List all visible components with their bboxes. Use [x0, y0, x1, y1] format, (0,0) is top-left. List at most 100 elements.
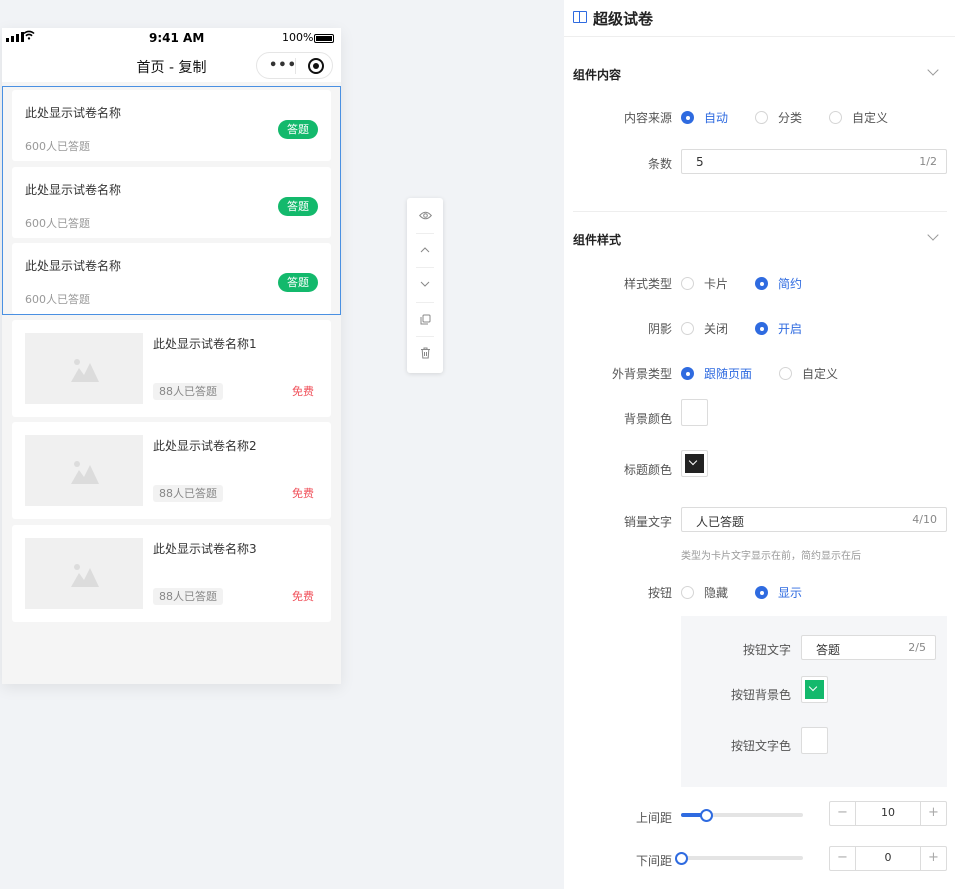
- signal-icon: [6, 31, 24, 42]
- chevron-down-icon[interactable]: [927, 64, 939, 76]
- arrow-down-icon[interactable]: [407, 267, 443, 301]
- bg-type-label: 外背景类型: [611, 367, 672, 381]
- button-label: 按钮: [647, 586, 672, 600]
- title-color-swatch[interactable]: [681, 450, 708, 477]
- list-item[interactable]: 此处显示试卷名称1 88人已答题 免费: [12, 320, 331, 417]
- button-text-color-swatch[interactable]: [801, 727, 828, 754]
- mini-program-capsule: •••: [256, 52, 333, 79]
- item-title: 此处显示试卷名称3: [153, 542, 257, 556]
- shadow-label: 阴影: [647, 322, 672, 336]
- radio-bg-custom[interactable]: 自定义: [779, 365, 838, 382]
- battery-icon: [314, 34, 334, 43]
- capsule-close-icon[interactable]: [308, 58, 324, 74]
- answer-button[interactable]: 答题: [278, 120, 318, 139]
- item-price: 免费: [292, 590, 314, 603]
- radio-source-auto[interactable]: 自动: [681, 109, 728, 126]
- margin-bottom-value[interactable]: 0: [856, 851, 920, 864]
- answer-button[interactable]: 答题: [278, 197, 318, 216]
- item-sales: 88人已答题: [153, 485, 223, 502]
- exam-title: 此处显示试卷名称: [25, 183, 122, 197]
- bg-color-swatch[interactable]: [681, 399, 708, 426]
- status-time: 9:41 AM: [149, 31, 205, 45]
- style-type-label: 样式类型: [623, 277, 672, 291]
- panel-header: 超级试卷: [564, 0, 955, 37]
- radio-bg-follow-page[interactable]: 跟随页面: [681, 365, 752, 382]
- minus-button[interactable]: −: [830, 847, 856, 870]
- button-text-color-label: 按钮文字色: [730, 739, 791, 753]
- button-settings-box: 按钮文字 答题 2/5 按钮背景色 按钮文字色: [681, 616, 947, 787]
- margin-top-slider-handle[interactable]: [699, 808, 713, 822]
- margin-top-value[interactable]: 10: [856, 806, 920, 819]
- section-divider: [573, 211, 947, 212]
- radio-button-hide[interactable]: 隐藏: [681, 584, 728, 601]
- button-text-input[interactable]: 答题 2/5: [801, 635, 936, 660]
- exam-card[interactable]: 此处显示试卷名称 600人已答题 答题: [12, 243, 331, 314]
- list-item[interactable]: 此处显示试卷名称2 88人已答题 免费: [12, 422, 331, 519]
- settings-panel: 超级试卷 组件内容 内容来源 自动 分类 自定义 条数 5 1/2 组件样式 样…: [564, 0, 955, 889]
- margin-bottom-label: 下间距: [635, 854, 672, 868]
- radio-source-custom[interactable]: 自定义: [829, 109, 888, 126]
- item-title: 此处显示试卷名称1: [153, 337, 257, 351]
- plus-button[interactable]: +: [920, 847, 946, 870]
- exam-title: 此处显示试卷名称: [25, 259, 122, 273]
- exam-sales: 600人已答题: [25, 217, 90, 230]
- copy-icon[interactable]: [407, 302, 443, 336]
- item-price: 免费: [292, 385, 314, 398]
- radio-source-category[interactable]: 分类: [755, 109, 802, 126]
- answer-button[interactable]: 答题: [278, 273, 318, 292]
- margin-bottom-slider[interactable]: [674, 851, 803, 865]
- margin-bottom-slider-handle[interactable]: [674, 851, 688, 865]
- count-label: 条数: [647, 157, 672, 171]
- arrow-up-icon[interactable]: [407, 233, 443, 267]
- nav-bar: 首页 - 复制 •••: [2, 48, 341, 82]
- radio-shadow-off[interactable]: 关闭: [681, 320, 728, 337]
- sales-text-hint: 类型为卡片文字显示在前，简约显示在后: [681, 551, 861, 562]
- sales-text-input[interactable]: 人已答题 4/10: [681, 507, 947, 532]
- minus-button[interactable]: −: [830, 802, 856, 825]
- book-icon: [573, 11, 587, 23]
- chevron-down-icon[interactable]: [927, 229, 939, 241]
- margin-bottom-stepper: − 0 +: [829, 846, 947, 871]
- source-label: 内容来源: [623, 111, 672, 125]
- image-placeholder-icon: [71, 359, 99, 382]
- thumbnail: [25, 435, 143, 506]
- component-toolbar: [407, 198, 443, 373]
- exam-sales: 600人已答题: [25, 140, 90, 153]
- plus-button[interactable]: +: [920, 802, 946, 825]
- button-bg-label: 按钮背景色: [730, 688, 791, 702]
- thumbnail: [25, 333, 143, 404]
- eye-icon[interactable]: [407, 198, 443, 232]
- image-placeholder-icon: [71, 564, 99, 587]
- section-title-content: 组件内容: [573, 68, 622, 82]
- count-input[interactable]: 5 1/2: [681, 149, 947, 174]
- list-item[interactable]: 此处显示试卷名称3 88人已答题 免费: [12, 525, 331, 622]
- title-color-label: 标题颜色: [623, 463, 672, 477]
- margin-top-stepper: − 10 +: [829, 801, 947, 826]
- item-sales: 88人已答题: [153, 383, 223, 400]
- bg-color-label: 背景颜色: [623, 412, 672, 426]
- item-price: 免费: [292, 487, 314, 500]
- button-bg-swatch[interactable]: [801, 676, 828, 703]
- thumbnail: [25, 538, 143, 609]
- image-placeholder-icon: [71, 461, 99, 484]
- radio-style-simple[interactable]: 简约: [755, 275, 802, 292]
- wifi-icon: [23, 30, 35, 43]
- radio-shadow-on[interactable]: 开启: [755, 320, 802, 337]
- exam-card[interactable]: 此处显示试卷名称 600人已答题 答题: [12, 90, 331, 161]
- exam-card[interactable]: 此处显示试卷名称 600人已答题 答题: [12, 167, 331, 238]
- battery-percent: 100%: [282, 31, 314, 44]
- capsule-divider: [295, 58, 296, 74]
- margin-top-slider[interactable]: [681, 808, 803, 822]
- button-text-label: 按钮文字: [742, 643, 791, 657]
- radio-button-show[interactable]: 显示: [755, 584, 802, 601]
- section-title-style: 组件样式: [573, 233, 622, 247]
- exam-sales: 600人已答题: [25, 293, 90, 306]
- exam-title: 此处显示试卷名称: [25, 106, 122, 120]
- radio-style-card[interactable]: 卡片: [681, 275, 728, 292]
- status-bar: 9:41 AM 100%: [2, 28, 341, 48]
- margin-top-label: 上间距: [635, 811, 672, 825]
- item-sales: 88人已答题: [153, 588, 223, 605]
- sales-text-label: 销量文字: [623, 515, 672, 529]
- more-dots-icon[interactable]: •••: [269, 58, 297, 73]
- delete-icon[interactable]: [407, 336, 443, 370]
